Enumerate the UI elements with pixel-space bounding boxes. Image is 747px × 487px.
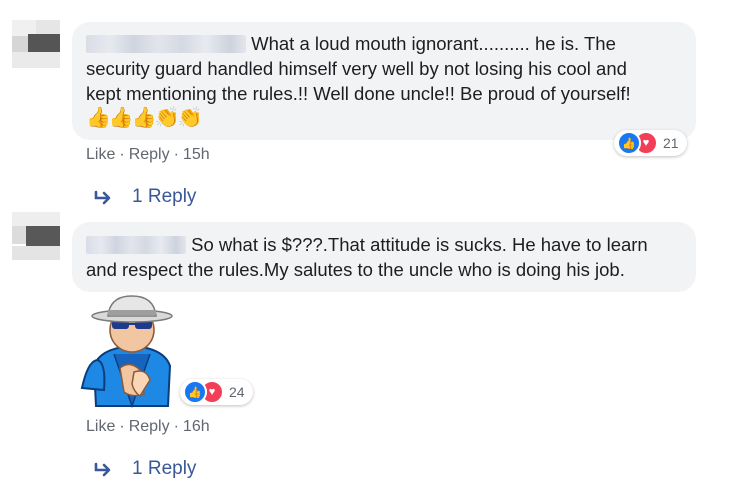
comment-text-line: So what is $???.That attitude is sucks. … xyxy=(86,232,648,257)
comment-text-line: security guard handled himself very well… xyxy=(86,58,627,79)
comment-bubble: What a loud mouth ignorant.......... he … xyxy=(72,22,696,140)
reaction-count: 24 xyxy=(229,384,245,400)
view-replies-link[interactable]: 1 Reply xyxy=(94,186,196,208)
reactions-summary[interactable]: 👍 ♥ 24 xyxy=(180,379,253,405)
emoji-row: 👍👍👍👏👏 xyxy=(86,107,203,129)
replies-count-label: 1 Reply xyxy=(132,458,197,479)
separator: · xyxy=(119,146,125,163)
like-button[interactable]: Like xyxy=(86,146,115,163)
comment-text: So what is $???.That attitude is sucks. … xyxy=(191,234,648,255)
clapping-uncle-sticker[interactable] xyxy=(74,294,190,410)
timestamp[interactable]: 16h xyxy=(183,418,210,435)
view-replies-link[interactable]: 1 Reply xyxy=(94,458,196,480)
reply-button[interactable]: Reply xyxy=(129,418,170,435)
replies-count-label: 1 Reply xyxy=(132,186,197,207)
comment-actions: Like · Reply · 16h xyxy=(86,418,210,436)
commenter-avatar[interactable] xyxy=(12,20,60,68)
comment-text: What a loud mouth ignorant.......... he … xyxy=(251,33,616,54)
comment-text-line: kept mentioning the rules.!! Well done u… xyxy=(86,83,631,104)
thumbs-up-icon: 👍 xyxy=(183,380,207,404)
comment-bubble: So what is $???.That attitude is sucks. … xyxy=(72,222,696,292)
reaction-count: 21 xyxy=(663,135,679,151)
comment-text-line: What a loud mouth ignorant.......... he … xyxy=(86,31,616,56)
redacted-name[interactable] xyxy=(86,35,246,53)
reactions-summary[interactable]: 👍 ♥ 21 xyxy=(614,130,687,156)
comment-actions: Like · Reply · 15h xyxy=(86,146,210,164)
separator: · xyxy=(173,146,179,163)
thumbs-up-icon: 👍 xyxy=(617,131,641,155)
timestamp[interactable]: 15h xyxy=(183,146,210,163)
separator: · xyxy=(119,418,125,435)
separator: · xyxy=(173,418,179,435)
reply-arrow-icon xyxy=(94,462,111,477)
comment-text-line: and respect the rules.My salutes to the … xyxy=(86,259,625,280)
reply-button[interactable]: Reply xyxy=(129,146,170,163)
commenter-avatar[interactable] xyxy=(12,212,60,260)
redacted-name[interactable] xyxy=(86,236,186,254)
like-button[interactable]: Like xyxy=(86,418,115,435)
reply-arrow-icon xyxy=(94,190,111,205)
